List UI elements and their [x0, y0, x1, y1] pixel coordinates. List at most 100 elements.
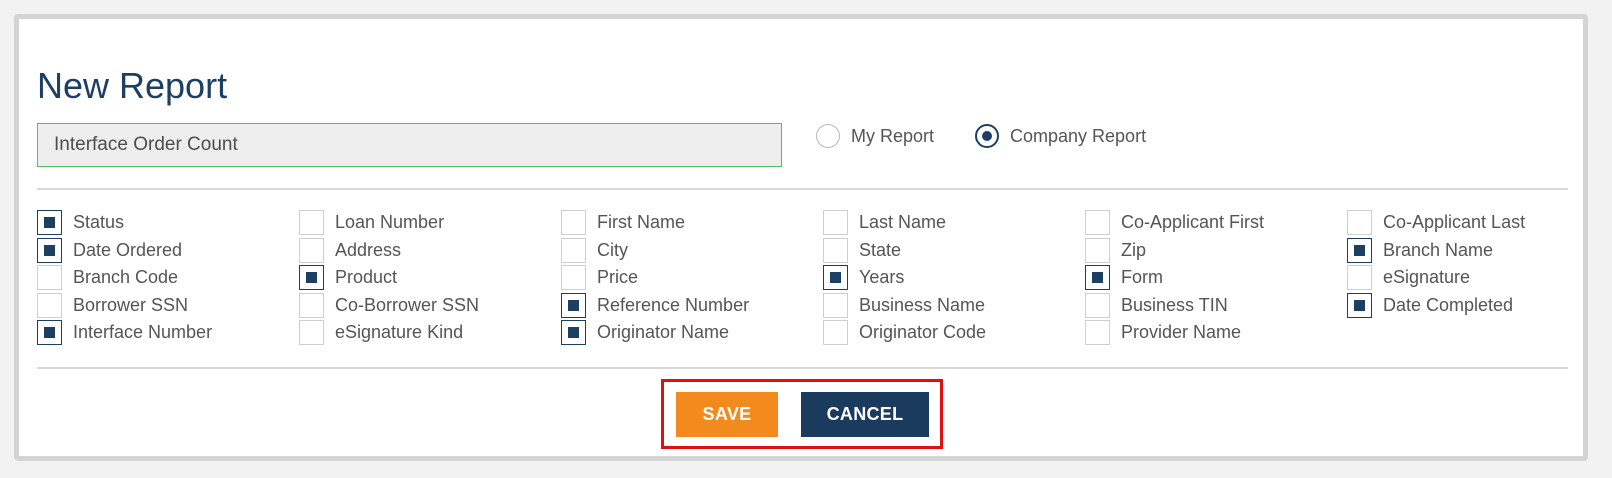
checkbox-checked-icon — [299, 265, 324, 290]
field-checkbox-label: Co-Applicant Last — [1383, 212, 1526, 232]
checkbox-unchecked-icon — [1085, 210, 1110, 235]
field-checkbox[interactable]: Branch Code — [37, 264, 178, 291]
field-checkbox-label: Business Name — [859, 294, 986, 315]
field-checkbox[interactable]: Branch Name — [1347, 237, 1493, 264]
checkbox-checked-icon — [1347, 237, 1372, 263]
field-checkbox-label: Date Ordered — [73, 239, 183, 260]
field-checkbox[interactable]: First Name — [561, 209, 685, 236]
field-checkbox-label: Years — [859, 267, 905, 287]
checkbox-unchecked-icon — [823, 210, 848, 235]
field-checkbox-label: Branch Code — [73, 267, 179, 287]
checkbox-checked-icon — [37, 320, 62, 345]
checkbox-unchecked-icon — [1347, 210, 1372, 235]
checkbox-checked-icon — [37, 237, 62, 263]
cancel-button[interactable]: CANCEL — [801, 392, 929, 437]
field-checkbox[interactable]: Business TIN — [1085, 292, 1228, 319]
field-checkbox[interactable]: Co-Borrower SSN — [299, 292, 479, 319]
field-checkbox-label: Co-Borrower SSN — [335, 294, 480, 315]
page-title: New Report — [37, 65, 228, 106]
checkbox-unchecked-icon — [37, 292, 62, 318]
field-checkbox[interactable]: Last Name — [823, 209, 946, 236]
field-checkbox-label: Last Name — [859, 212, 947, 232]
radio-button-icon — [816, 124, 840, 148]
field-checkbox[interactable]: Co-Applicant Last — [1347, 209, 1525, 236]
field-checkbox-label: Branch Name — [1383, 239, 1494, 260]
field-checkbox-label: Originator Name — [597, 322, 730, 342]
field-checkbox[interactable]: Borrower SSN — [37, 292, 188, 319]
field-checkbox-label: Borrower SSN — [73, 294, 189, 315]
divider — [37, 188, 1568, 190]
field-checkbox-label: Provider Name — [1121, 322, 1242, 342]
field-checkbox[interactable]: Interface Number — [37, 319, 212, 346]
field-checkbox-label: Business TIN — [1121, 294, 1228, 315]
checkbox-checked-icon — [823, 265, 848, 290]
field-checkbox[interactable]: Originator Name — [561, 319, 729, 346]
field-checkbox-label: Address — [335, 239, 402, 260]
field-checkbox[interactable]: Years — [823, 264, 904, 291]
field-checkbox[interactable]: Zip — [1085, 237, 1146, 264]
save-button[interactable]: SAVE — [676, 392, 778, 437]
checkbox-unchecked-icon — [299, 292, 324, 318]
field-checkbox[interactable]: Price — [561, 264, 638, 291]
field-checkbox-label: eSignature Kind — [335, 322, 464, 342]
field-checkbox[interactable]: Business Name — [823, 292, 985, 319]
checkbox-unchecked-icon — [1347, 265, 1372, 290]
field-checkbox[interactable]: Status — [37, 209, 124, 236]
field-checkbox[interactable]: eSignature — [1347, 264, 1470, 291]
field-checkbox-grid: Status Date Ordered Branch Code Borrower SS… — [37, 209, 1577, 349]
field-checkbox-label: Loan Number — [335, 212, 445, 232]
checkbox-unchecked-icon — [37, 265, 62, 290]
field-checkbox-label: Product — [335, 267, 398, 287]
field-checkbox-label: Status — [73, 212, 125, 232]
checkbox-checked-icon — [561, 292, 586, 318]
checkbox-unchecked-icon — [299, 210, 324, 235]
checkbox-unchecked-icon — [561, 210, 586, 235]
radio-label: Company Report — [1010, 125, 1147, 146]
report-name-input[interactable] — [37, 123, 782, 167]
field-checkbox[interactable]: eSignature Kind — [299, 319, 463, 346]
divider — [37, 367, 1568, 369]
checkbox-unchecked-icon — [299, 237, 324, 263]
checkbox-unchecked-icon — [823, 237, 848, 263]
field-checkbox[interactable]: Form — [1085, 264, 1163, 291]
action-buttons-highlight: SAVE CANCEL — [661, 379, 943, 449]
field-checkbox[interactable]: City — [561, 237, 628, 264]
checkbox-unchecked-icon — [1085, 237, 1110, 263]
field-checkbox[interactable]: Loan Number — [299, 209, 444, 236]
checkbox-unchecked-icon — [299, 320, 324, 345]
radio-company-report[interactable]: Company Report — [975, 121, 1146, 151]
field-checkbox-label: Form — [1121, 267, 1163, 287]
radio-label: My Report — [851, 125, 935, 146]
checkbox-unchecked-icon — [561, 237, 586, 263]
field-checkbox[interactable]: Reference Number — [561, 292, 749, 319]
checkbox-checked-icon — [561, 320, 586, 345]
field-checkbox-label: State — [859, 239, 902, 260]
checkbox-unchecked-icon — [1085, 320, 1110, 345]
field-checkbox[interactable]: State — [823, 237, 901, 264]
field-checkbox-label: Reference Number — [597, 294, 750, 315]
field-checkbox-label: Price — [597, 267, 639, 287]
field-checkbox-label: Date Completed — [1383, 294, 1514, 315]
field-checkbox[interactable]: Date Ordered — [37, 237, 182, 264]
field-checkbox[interactable]: Product — [299, 264, 397, 291]
field-checkbox[interactable]: Date Completed — [1347, 292, 1513, 319]
field-checkbox-label: Co-Applicant First — [1121, 212, 1265, 232]
checkbox-checked-icon — [1085, 265, 1110, 290]
radio-button-selected-icon — [975, 124, 999, 148]
checkbox-unchecked-icon — [561, 265, 586, 290]
field-checkbox[interactable]: Originator Code — [823, 319, 986, 346]
field-checkbox[interactable]: Address — [299, 237, 401, 264]
field-checkbox-label: First Name — [597, 212, 686, 232]
field-checkbox-label: eSignature — [1383, 267, 1471, 287]
field-checkbox[interactable]: Provider Name — [1085, 319, 1241, 346]
field-checkbox-label: City — [597, 239, 628, 260]
field-checkbox-label: Zip — [1121, 239, 1147, 260]
field-checkbox-label: Originator Code — [859, 322, 987, 342]
radio-my-report[interactable]: My Report — [816, 121, 934, 151]
field-checkbox-label: Interface Number — [73, 322, 213, 342]
field-checkbox[interactable]: Co-Applicant First — [1085, 209, 1264, 236]
checkbox-unchecked-icon — [823, 320, 848, 345]
checkbox-checked-icon — [1347, 292, 1372, 318]
checkbox-unchecked-icon — [823, 292, 848, 318]
checkbox-unchecked-icon — [1085, 292, 1110, 318]
